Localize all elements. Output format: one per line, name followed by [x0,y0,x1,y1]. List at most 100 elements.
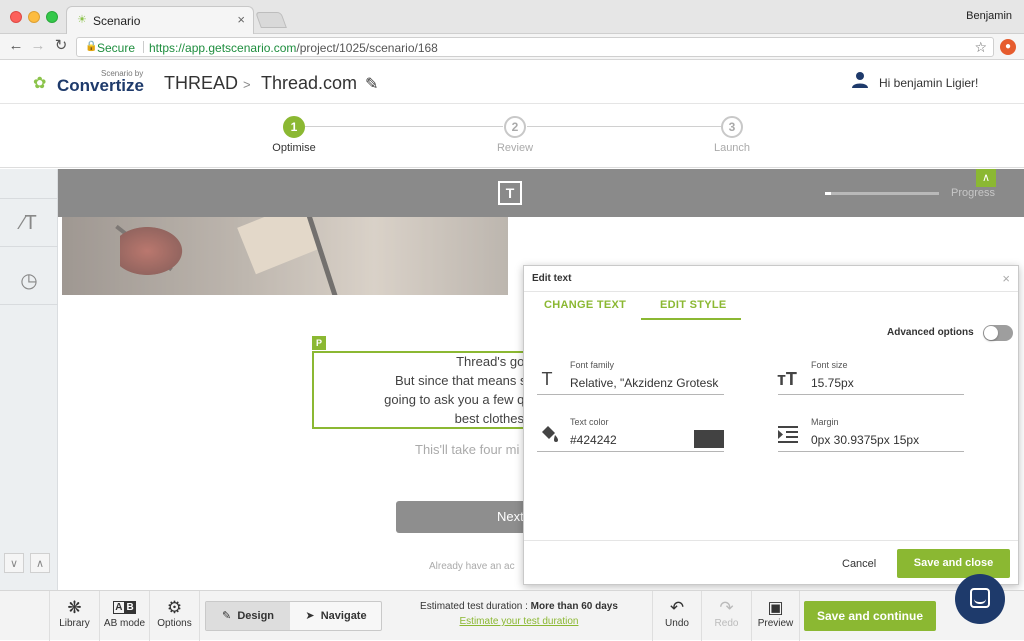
new-tab-button[interactable] [255,12,287,28]
chevron-up-icon[interactable]: ∧ [30,553,50,573]
login-prompt-text: Already have an ac [429,561,515,572]
bookmark-star-icon[interactable]: ☆ [974,39,987,56]
options-button[interactable]: ⚙ Options [150,591,200,641]
save-and-close-button[interactable]: Save and close [897,549,1010,578]
redo-icon: ↷ [719,598,734,617]
design-mode-button[interactable]: ✎ Design [206,602,290,630]
font-size-label: Font size [811,360,848,370]
address-bar[interactable]: 🔒 Secure https://app.getscenario.com/pro… [76,37,994,57]
back-arrow-icon[interactable]: ← [6,37,26,55]
tab-title: Scenario [93,14,141,28]
toggle-knob [984,326,998,340]
text-color-label: Text color [570,417,609,427]
chat-launcher[interactable] [955,574,1005,624]
step-3-label[interactable]: Launch [692,142,772,154]
step-1-label[interactable]: Optimise [254,142,334,154]
next-button[interactable]: Next [396,501,526,533]
estimated-duration-label: Estimated test duration : [420,601,531,612]
user-icon[interactable] [852,71,868,89]
progress-bar [825,192,939,195]
reload-icon[interactable]: ↻ [51,37,71,55]
cancel-button[interactable]: Cancel [842,558,876,570]
extension-icon[interactable]: ● [1000,39,1016,55]
window-close-button[interactable] [10,11,22,23]
tab-close-icon[interactable]: × [237,12,245,27]
pencil-edit-icon[interactable]: ✎ [365,74,378,94]
url-text: https://app.getscenario.com/project/1025… [149,41,438,55]
estimated-duration-value: More than 60 days [530,601,618,612]
ab-mode-button[interactable]: AB AB mode [100,591,150,641]
gear-icon: ⚙ [166,598,183,617]
text-color-input[interactable]: #424242 [570,433,680,447]
browser-toolbar: ← → ↻ 🔒 Secure https://app.getscenario.c… [0,34,1024,60]
preview-button[interactable]: ▣ Preview [752,591,800,641]
font-size-input[interactable]: 15.75px [811,376,961,390]
tab-edit-style[interactable]: EDIT STYLE [660,299,727,311]
panel-divider [524,291,1018,292]
save-and-continue-button[interactable]: Save and continue [804,601,936,631]
step-2-circle[interactable]: 2 [504,116,526,138]
site-header-bar: T Progress ∧ [58,169,1024,217]
advanced-options-label: Advanced options [887,327,974,338]
library-button[interactable]: ❋ Library [50,591,100,641]
ab-icon: AB [113,601,136,614]
secure-label: Secure [97,41,136,55]
bottom-spacer [0,591,50,641]
breadcrumb-separator: > [243,77,251,92]
url-path: /project/1025/scenario/168 [296,41,438,55]
indent-icon [778,426,798,443]
logo-wordmark[interactable]: Convertize [57,76,144,96]
field-underline [537,394,724,395]
lightbulb-logo-icon: ✿ [33,75,47,92]
step-1-circle[interactable]: 1 [283,116,305,138]
window-maximize-button[interactable] [46,11,58,23]
text-tool-button[interactable]: ∕T [0,199,58,247]
timer-tool-button[interactable]: ◷ [0,257,58,305]
text-line: best clothes [454,411,524,426]
browser-tab-strip: ☀ Scenario × Benjamin [0,0,1024,34]
estimate-duration-link[interactable]: Estimate your test duration [388,616,650,627]
text-tool-icon: ∕T [21,212,37,234]
progress-fill [825,192,831,195]
active-tab-indicator [641,318,741,320]
lock-icon: 🔒 [85,41,98,52]
undo-label: Undo [665,618,689,629]
redo-button[interactable]: ↷ Redo [702,591,752,641]
project-name[interactable]: THREAD [164,73,238,94]
progress-label: Progress [951,187,996,199]
navigate-mode-button[interactable]: ➤ Navigate [290,602,382,630]
preview-label: Preview [757,618,794,629]
margin-input[interactable]: 0px 30.9375px 15px [811,433,961,447]
redo-label: Redo [714,618,739,629]
font-size-icon: ᴛT [777,369,797,389]
close-icon[interactable]: × [1002,271,1010,286]
chevron-down-icon[interactable]: ∨ [4,553,24,573]
color-swatch[interactable] [694,430,724,448]
scenario-name: Thread.com [261,73,358,93]
hero-image[interactable] [62,217,508,295]
mode-switch: ✎ Design ➤ Navigate [205,601,382,631]
address-divider [143,41,144,53]
element-type-tag: P [312,336,326,350]
navigation-arrow-icon: ➤ [305,610,315,622]
forward-arrow-icon[interactable]: → [28,37,48,55]
font-family-input[interactable]: Relative, "Akzidenz Grotesk [570,376,724,390]
pencil-icon: ✎ [221,610,232,622]
site-logo[interactable]: T [498,181,522,205]
advanced-options-toggle[interactable] [983,325,1013,341]
panel-title: Edit text [532,273,572,284]
chevron-up-icon[interactable]: ∧ [976,169,996,187]
field-underline [778,394,964,395]
field-underline [537,451,724,452]
field-underline [778,451,964,452]
tab-change-text[interactable]: CHANGE TEXT [544,299,626,311]
browser-profile-name[interactable]: Benjamin [966,10,1012,22]
chat-icon [970,588,990,608]
undo-button[interactable]: ↶ Undo [652,591,702,641]
browser-tab-scenario[interactable]: ☀ Scenario × [66,6,254,34]
step-connector [305,126,503,127]
step-3-circle[interactable]: 3 [721,116,743,138]
window-minimize-button[interactable] [28,11,40,23]
step-2-label[interactable]: Review [475,142,555,154]
user-greeting[interactable]: Hi benjamin Ligier! [879,76,978,90]
